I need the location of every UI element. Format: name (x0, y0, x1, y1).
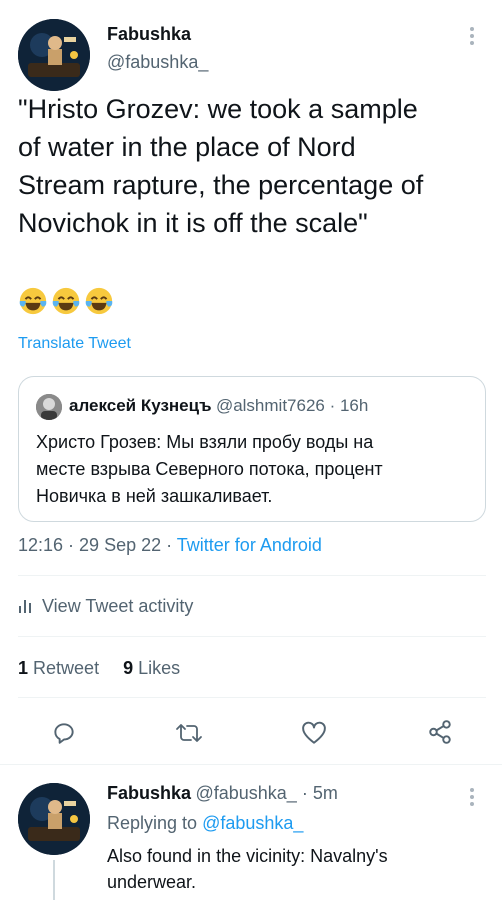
quoted-text-line: Новичка в ней зашкаливает. (36, 486, 273, 506)
tweet-text-line: of water in the place of Nord (18, 132, 356, 162)
view-tweet-activity-label: View Tweet activity (42, 596, 194, 616)
view-tweet-activity[interactable]: View Tweet activity (18, 596, 193, 617)
retweets-count: 1 (18, 658, 29, 678)
reply-author-avatar[interactable] (18, 783, 90, 855)
reply-display-name[interactable]: Fabushka (107, 783, 191, 803)
quoted-handle-time: @alshmit7626 · 16h (215, 396, 369, 415)
replying-to-link[interactable]: @fabushka_ (202, 813, 303, 833)
quoted-tweet-card[interactable]: алексей Кузнецъ @alshmit7626 · 16h Христ… (18, 376, 486, 522)
divider (18, 575, 486, 576)
reply-header: Fabushka @fabushka_ · 5m (107, 783, 338, 804)
tweet-text-line: Stream rapture, the percentage of (18, 170, 424, 200)
author-handle[interactable]: @fabushka_ (107, 52, 208, 73)
divider (18, 636, 486, 637)
quoted-text-line: Христо Грозев: Мы взяли пробу воды на (36, 432, 374, 452)
divider (0, 764, 502, 765)
retweet-icon[interactable] (175, 720, 203, 746)
tweet-text: "Hristo Grozev: we took a sample of wate… (18, 90, 498, 242)
reply-more-options-icon[interactable] (470, 785, 474, 809)
author-avatar[interactable] (18, 19, 90, 91)
retweets-label: Retweet (33, 658, 100, 678)
replying-to-line: Replying to @fabushka_ (107, 813, 303, 834)
reply-icon[interactable] (51, 720, 77, 746)
quoted-author-avatar (36, 394, 62, 420)
tweet-text-line: "Hristo Grozev: we took a sample (18, 94, 418, 124)
reply-text-line: underwear. (107, 872, 197, 892)
share-icon[interactable] (427, 719, 453, 745)
tears-of-joy-emoji (18, 286, 48, 316)
retweets-stat[interactable]: 1 Retweet (18, 658, 99, 678)
likes-label: Likes (138, 658, 181, 678)
tears-of-joy-emoji (84, 286, 114, 316)
likes-count: 9 (123, 658, 134, 678)
quoted-tweet-text: Христо Грозев: Мы взяли пробу воды на ме… (36, 429, 476, 510)
quoted-display-name: алексей Кузнецъ (69, 396, 212, 415)
tweet-stats: 1 Retweet 9 Likes (18, 658, 180, 679)
activity-bars-icon (19, 600, 31, 613)
divider (18, 697, 486, 698)
reply-text: Also found in the vicinity: Navalny's un… (107, 843, 487, 895)
likes-stat[interactable]: 9 Likes (123, 658, 180, 678)
thread-connector-line (53, 860, 55, 900)
emoji-row: 😂 (18, 286, 117, 323)
more-options-icon[interactable] (470, 24, 474, 48)
tears-of-joy-emoji (51, 286, 81, 316)
reply-text-line: Also found in the vicinity: Navalny's (107, 846, 388, 866)
tweet-source-link[interactable]: Twitter for Android (177, 535, 322, 555)
tweet-timestamp[interactable]: 12:16 · 29 Sep 22 · (18, 535, 177, 555)
like-icon[interactable] (301, 721, 327, 745)
tweet-text-line: Novichok in it is off the scale" (18, 208, 368, 238)
translate-tweet-link[interactable]: Translate Tweet (18, 335, 131, 353)
quoted-text-line: месте взрыва Северного потока, процент (36, 459, 383, 479)
reply-handle-time[interactable]: @fabushka_ · 5m (195, 783, 337, 803)
replying-to-prefix: Replying to (107, 813, 203, 833)
tweet-timestamp-line: 12:16 · 29 Sep 22 · Twitter for Android (18, 535, 322, 556)
author-display-name[interactable]: Fabushka (107, 24, 191, 45)
quoted-header: алексей Кузнецъ @alshmit7626 · 16h (69, 396, 368, 416)
